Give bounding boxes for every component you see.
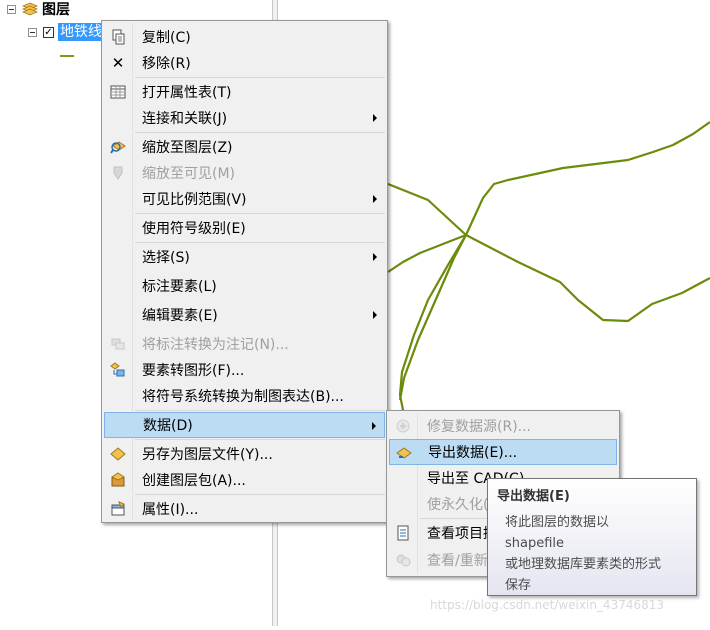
zoom-to-layer-icon [110,139,126,155]
properties-icon [110,501,126,517]
metro-line [398,234,467,401]
collapse-icon[interactable] [7,4,16,14]
layer-name[interactable]: 地铁线 [58,23,102,41]
menu-item-symbol-levels[interactable]: 使用符号级别(E) [104,215,385,241]
menu-item-joins-relates[interactable]: 连接和关联(J) [104,105,385,131]
layers-icon [21,2,39,16]
menu-item-label: 缩放至图层(Z) [142,140,233,156]
menu-item-zoom-to-layer[interactable]: 缩放至图层(Z) [104,134,385,160]
submenu-arrow-icon [373,311,377,319]
menu-item-copy[interactable]: 复制(C) [104,24,385,50]
menu-separator [135,410,385,411]
layer-package-icon [110,472,126,488]
tooltip-line: 将此图层的数据以 [505,515,610,530]
menu-item-label: 复制(C) [142,30,191,46]
menu-item-label: 打开属性表(T) [142,85,232,101]
menu-separator [135,439,385,440]
layer-row[interactable]: ✓ 地铁线 [28,23,102,41]
menu-item-export-data[interactable]: 导出数据(E)... [389,439,617,465]
menu-item-visible-scale-range[interactable]: 可见比例范围(V) [104,186,385,212]
repair-icon [395,418,411,434]
menu-item-data[interactable]: 数据(D) [104,412,385,438]
menu-item-features-to-graphics[interactable]: 要素转图形(F)... [104,357,385,383]
layers-root-row[interactable]: 图层 [7,0,70,18]
menu-item-label-features[interactable]: 标注要素(L) [104,273,385,299]
copy-icon [110,29,126,45]
cache-icon [395,552,411,568]
menu-item-label: 移除(R) [142,56,191,72]
tooltip-line: 或地理数据库要素类的形式 [505,557,662,572]
features-to-graphics-icon [110,362,126,378]
collapse-icon[interactable] [28,27,37,37]
submenu-arrow-icon [373,253,377,261]
layer-context-menu: 复制(C) ✕ 移除(R) 打开属性表(T) 连接和关联(J) 缩放至图层(Z)… [101,20,388,523]
menu-item-label: 将标注转换为注记(N)... [142,337,289,353]
submenu-arrow-icon [373,195,377,203]
export-data-icon [396,445,412,461]
menu-item-label: 属性(I)... [142,502,199,518]
metro-line [465,121,710,236]
menu-item-label: 要素转图形(F)... [142,363,245,379]
submenu-arrow-icon [373,114,377,122]
menu-separator [135,132,385,133]
table-icon [110,84,126,100]
menu-item-label: 连接和关联(J) [142,111,228,127]
remove-icon: ✕ [111,54,125,72]
menu-item-label: 导出数据(E)... [428,445,518,461]
layer-visibility-checkbox[interactable]: ✓ [43,26,54,38]
menu-item-label: 缩放至可见(M) [142,166,236,182]
tooltip-title: 导出数据(E) [497,489,570,504]
menu-item-label: 可见比例范围(V) [142,192,247,208]
zoom-to-visible-icon [110,165,126,181]
menu-item-convert-symbology[interactable]: 将符号系统转换为制图表达(B)... [104,383,385,409]
menu-item-open-attribute-table[interactable]: 打开属性表(T) [104,79,385,105]
menu-item-remove[interactable]: ✕ 移除(R) [104,50,385,76]
item-description-icon [395,525,411,541]
watermark: https://blog.csdn.net/weixin_43746813 [430,598,665,612]
menu-separator [135,494,385,495]
export-data-tooltip: 导出数据(E) 将此图层的数据以 shapefile 或地理数据库要素类的形式 … [487,478,697,596]
menu-item-label: 数据(D) [143,418,193,434]
layers-label: 图层 [42,2,70,18]
menu-separator [135,77,385,78]
menu-item-label: 将符号系统转换为制图表达(B)... [142,389,344,405]
save-layer-icon [110,446,126,462]
menu-item-label: 另存为图层文件(Y)... [142,447,273,463]
menu-item-label: 标注要素(L) [142,279,217,295]
menu-item-label: 修复数据源(R)... [427,419,532,435]
menu-separator [135,242,385,243]
menu-item-properties[interactable]: 属性(I)... [104,496,385,522]
menu-item-edit-features[interactable]: 编辑要素(E) [104,302,385,328]
menu-item-label: 使用符号级别(E) [142,221,246,237]
menu-item-convert-labels[interactable]: 将标注转换为注记(N)... [104,331,385,357]
menu-separator [135,213,385,214]
menu-item-label: 创建图层包(A)... [142,473,246,489]
submenu-arrow-icon [372,422,376,430]
menu-item-zoom-to-visible[interactable]: 缩放至可见(M) [104,160,385,186]
menu-item-selection[interactable]: 选择(S) [104,244,385,270]
menu-item-create-layer-package[interactable]: 创建图层包(A)... [104,467,385,493]
metro-line [398,234,467,416]
tooltip-line: 保存 [505,578,532,593]
menu-item-save-as-layer-file[interactable]: 另存为图层文件(Y)... [104,441,385,467]
layer-legend-symbol [60,55,74,57]
convert-labels-icon [110,336,126,352]
menu-item-label: 选择(S) [142,250,190,266]
menu-item-repair-data-source[interactable]: 修复数据源(R)... [389,413,617,439]
menu-item-label: 编辑要素(E) [142,308,218,324]
tooltip-line: shapefile [505,536,565,551]
